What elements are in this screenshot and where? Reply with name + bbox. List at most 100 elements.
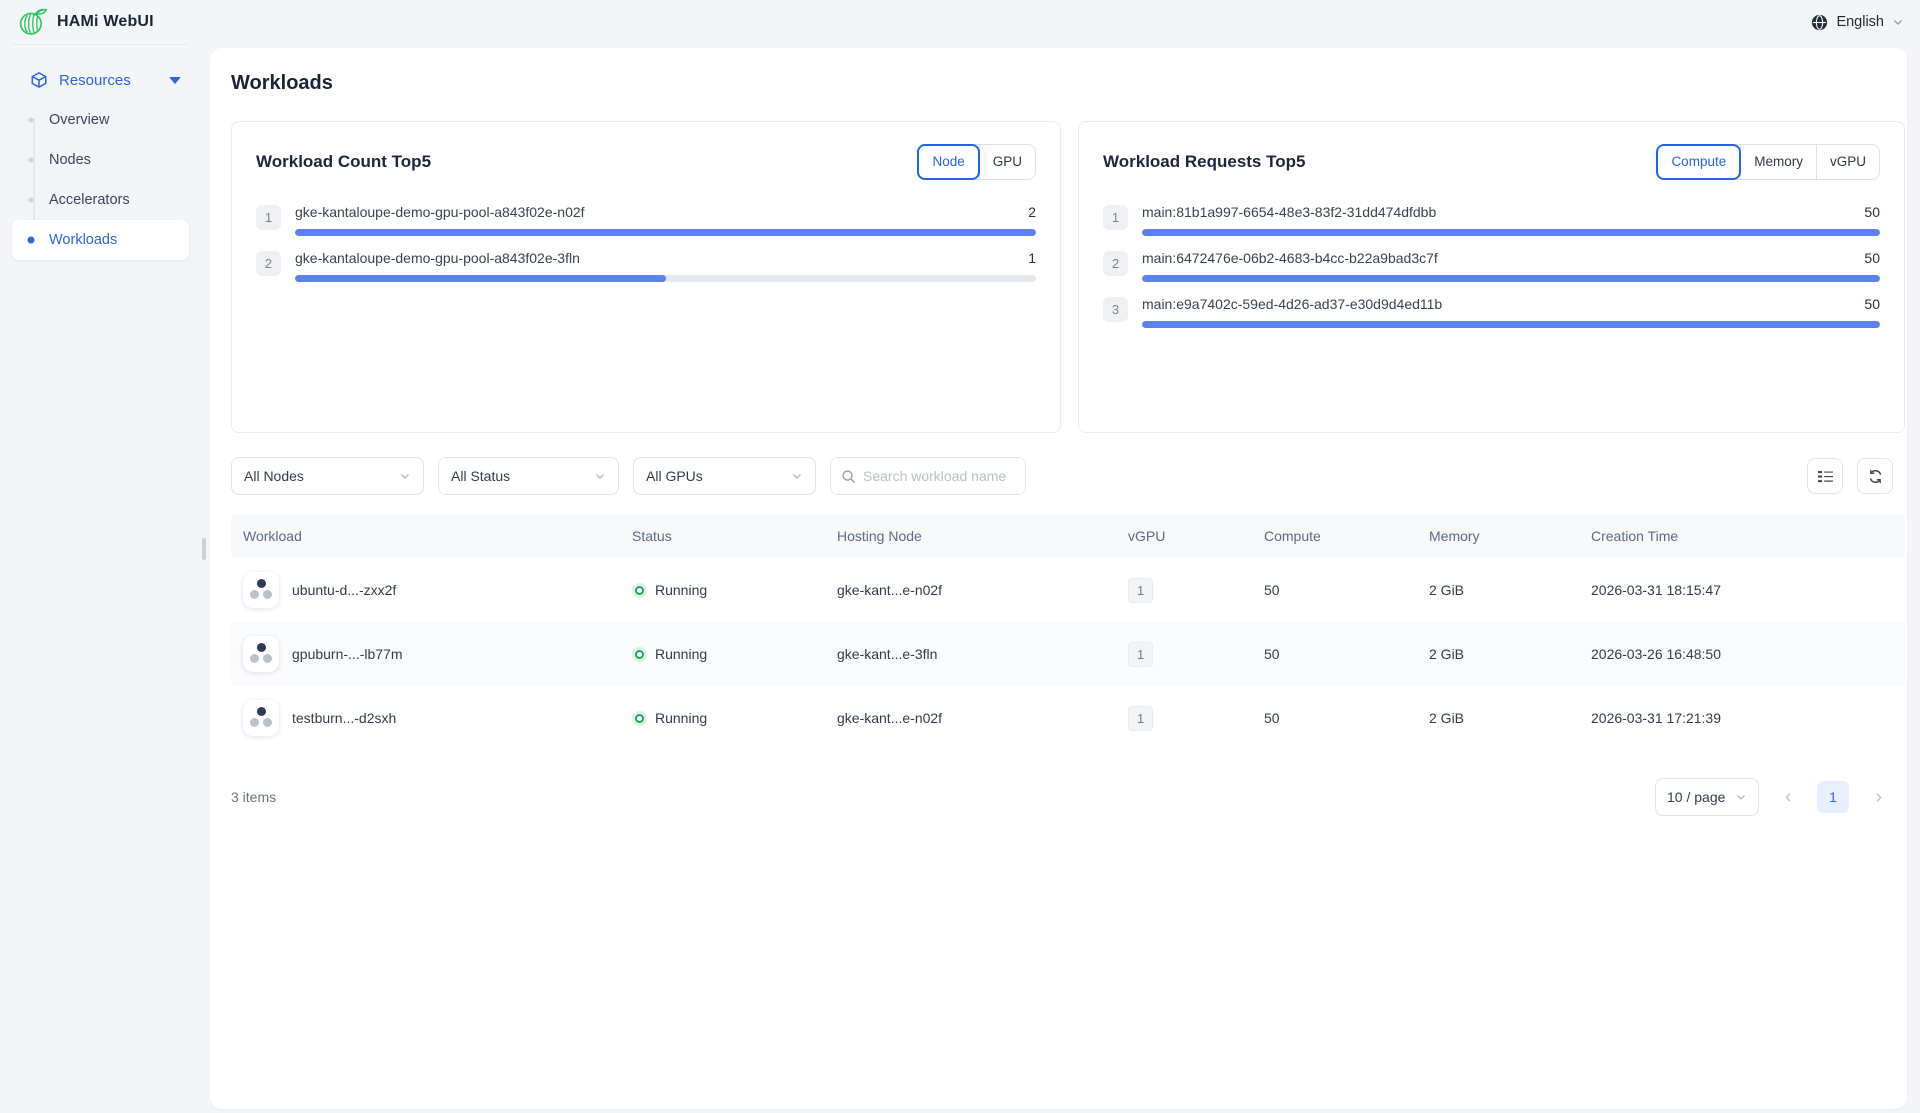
col-memory: Memory [1417, 528, 1579, 544]
sidebar-item-nodes[interactable]: Nodes [12, 140, 189, 180]
chevron-down-icon [594, 470, 606, 482]
topbar: HAMi WebUI English [0, 0, 1920, 44]
creation-time: 2026-03-31 18:15:47 [1579, 582, 1905, 598]
toggle-memory[interactable]: Memory [1740, 145, 1816, 179]
top5-value: 50 [1864, 204, 1880, 220]
top5-label: gke-kantaloupe-demo-gpu-pool-a843f02e-3f… [295, 250, 580, 266]
pagination: 10 / page 1 [1655, 778, 1893, 816]
workload-name[interactable]: ubuntu-d...-zxx2f [292, 582, 396, 598]
workload-name[interactable]: testburn...-d2sxh [292, 710, 396, 726]
next-page-button[interactable] [1863, 781, 1893, 813]
prev-page-button[interactable] [1773, 781, 1803, 813]
sidebar-item-overview[interactable]: Overview [12, 100, 189, 140]
creation-time: 2026-03-26 16:48:50 [1579, 646, 1905, 662]
page-size-select[interactable]: 10 / page [1655, 778, 1759, 816]
globe-icon [1811, 14, 1828, 31]
nodes-filter-select[interactable]: All Nodes [231, 457, 424, 495]
top5-label: main:81b1a997-6654-48e3-83f2-31dd474dfdb… [1142, 204, 1436, 220]
table-row[interactable]: testburn...-d2sxh Running gke-kant...e-n… [231, 686, 1905, 750]
pods-icon [243, 700, 279, 736]
rank-badge: 1 [1103, 205, 1128, 230]
progress-bar [1142, 275, 1880, 282]
cube-icon [30, 71, 48, 89]
compute-value: 50 [1252, 646, 1417, 662]
nav-dot [28, 237, 35, 244]
running-dot-icon [632, 711, 647, 726]
sidebar-nav: Resources Overview Nodes Accelerators Wo… [0, 44, 205, 260]
sidebar-item-label: Nodes [49, 152, 91, 168]
workload-search [830, 457, 1026, 495]
card-title: Workload Requests Top5 [1103, 152, 1305, 172]
top5-row: 1 gke-kantaloupe-demo-gpu-pool-a843f02e-… [256, 204, 1036, 236]
pods-icon [243, 572, 279, 608]
language-selector[interactable]: English [1811, 0, 1904, 44]
col-workload: Workload [231, 528, 620, 544]
toggle-vgpu[interactable]: vGPU [1816, 145, 1879, 179]
nodes-filter-value: All Nodes [244, 468, 304, 484]
caret-down-icon [169, 77, 181, 84]
main-content-card: Workloads Workload Count Top5 Node GPU 1 [210, 48, 1907, 1109]
filters-row: All Nodes All Status All GPUs [231, 457, 1905, 495]
column-settings-button[interactable] [1807, 458, 1843, 494]
running-dot-icon [632, 647, 647, 662]
progress-bar [295, 229, 1036, 236]
top5-cards-row: Workload Count Top5 Node GPU 1 gke-kanta… [231, 121, 1905, 433]
workload-name[interactable]: gpuburn-...-lb77m [292, 646, 403, 662]
sidebar: Resources Overview Nodes Accelerators Wo… [0, 44, 205, 1113]
sidebar-item-label: Accelerators [49, 192, 130, 208]
vgpu-badge: 1 [1128, 706, 1153, 731]
toggle-gpu[interactable]: GPU [979, 145, 1035, 179]
top5-row: 3 main:e9a7402c-59ed-4d26-ad37-e30d9d4ed… [1103, 296, 1880, 328]
top5-label: gke-kantaloupe-demo-gpu-pool-a843f02e-n0… [295, 204, 585, 220]
col-status: Status [620, 528, 825, 544]
chevron-down-icon [791, 470, 803, 482]
running-dot-icon [632, 583, 647, 598]
top5-row: 2 main:6472476e-06b2-4683-b4cc-b22a9bad3… [1103, 250, 1880, 282]
rank-badge: 1 [256, 205, 281, 230]
table-row[interactable]: gpuburn-...-lb77m Running gke-kant...e-3… [231, 622, 1905, 686]
chevron-down-icon [1892, 16, 1904, 28]
search-input[interactable] [863, 468, 1015, 484]
sidebar-item-workloads[interactable]: Workloads [12, 220, 189, 260]
progress-bar [1142, 321, 1880, 328]
top5-value: 50 [1864, 250, 1880, 266]
col-vgpu: vGPU [1116, 528, 1252, 544]
sidebar-item-accelerators[interactable]: Accelerators [12, 180, 189, 220]
nav-dot [29, 198, 34, 203]
top5-label: main:e9a7402c-59ed-4d26-ad37-e30d9d4ed11… [1142, 296, 1442, 312]
app-title: HAMi WebUI [57, 13, 154, 31]
rank-badge: 3 [1103, 297, 1128, 322]
column-settings-icon [1817, 468, 1834, 485]
count-toggle-group: Node GPU [917, 144, 1036, 180]
sidebar-item-label: Workloads [49, 232, 117, 248]
card-title: Workload Count Top5 [256, 152, 431, 172]
progress-bar [295, 275, 1036, 282]
total-items-text: 3 items [231, 789, 276, 805]
top5-value: 1 [1028, 250, 1036, 266]
refresh-button[interactable] [1857, 458, 1893, 494]
page-size-value: 10 / page [1667, 789, 1725, 805]
current-page-button[interactable]: 1 [1817, 781, 1849, 813]
gpus-filter-value: All GPUs [646, 468, 703, 484]
status-text: Running [655, 646, 707, 662]
sidebar-item-label: Overview [49, 112, 109, 128]
top5-value: 2 [1028, 204, 1036, 220]
sidebar-section-resources[interactable]: Resources [0, 60, 205, 100]
nav-dot [29, 158, 34, 163]
chevron-down-icon [1735, 791, 1747, 803]
status-filter-select[interactable]: All Status [438, 457, 619, 495]
table-row[interactable]: ubuntu-d...-zxx2f Running gke-kant...e-n… [231, 558, 1905, 622]
compute-value: 50 [1252, 582, 1417, 598]
sidebar-scrollbar-thumb[interactable] [202, 538, 206, 560]
chevron-left-icon [1782, 791, 1795, 804]
toggle-node[interactable]: Node [917, 144, 979, 180]
gpus-filter-select[interactable]: All GPUs [633, 457, 816, 495]
workload-requests-top5-card: Workload Requests Top5 Compute Memory vG… [1078, 121, 1905, 433]
col-compute: Compute [1252, 528, 1417, 544]
table-footer: 3 items 10 / page 1 [231, 778, 1905, 816]
memory-value: 2 GiB [1417, 710, 1579, 726]
toggle-compute[interactable]: Compute [1656, 144, 1741, 180]
hosting-node: gke-kant...e-n02f [825, 582, 1116, 598]
status-filter-value: All Status [451, 468, 510, 484]
workloads-table: Workload Status Hosting Node vGPU Comput… [231, 514, 1905, 750]
